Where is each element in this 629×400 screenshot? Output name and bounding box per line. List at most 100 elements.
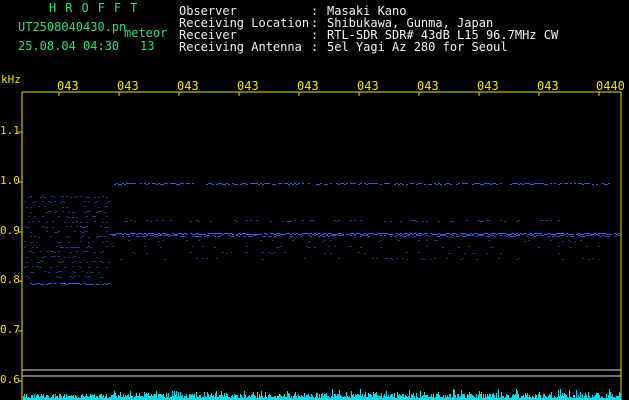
echo-dot xyxy=(590,235,592,236)
echo-dot xyxy=(58,216,60,217)
echo-dot xyxy=(262,259,264,260)
echo-dot xyxy=(526,183,528,184)
echo-dot xyxy=(518,234,520,235)
spectrum-bar xyxy=(617,396,618,400)
echo-dot xyxy=(304,258,306,259)
echo-dot xyxy=(534,236,536,237)
echo-dot xyxy=(620,234,622,235)
spectrum-bar xyxy=(445,395,446,400)
echo-dot xyxy=(36,266,38,267)
echo-dot xyxy=(30,196,32,197)
echo-dot xyxy=(424,184,426,185)
echo-dot xyxy=(62,261,64,262)
echo-dot xyxy=(210,233,212,234)
echo-dot xyxy=(468,235,470,236)
spectrum-bar xyxy=(82,394,83,400)
echo-dot xyxy=(434,183,436,184)
spectrum-bar xyxy=(485,394,486,400)
echo-dot xyxy=(280,246,282,247)
echo-dot xyxy=(458,247,460,248)
echo-dot xyxy=(200,234,202,235)
spectrum-bar xyxy=(517,391,518,400)
meteor-count: 13 xyxy=(140,39,155,53)
echo-dot xyxy=(92,216,94,217)
spectrum-bar xyxy=(411,394,412,400)
echo-dot xyxy=(438,236,440,237)
echo-dot xyxy=(126,234,128,235)
spectrum-bar xyxy=(516,389,517,400)
echo-dot xyxy=(56,272,58,273)
echo-dot xyxy=(148,183,150,184)
echo-dot xyxy=(426,233,428,234)
spectrum-bar xyxy=(244,391,245,400)
echo-dot xyxy=(460,233,462,234)
x-tick-label: 043 xyxy=(57,79,79,93)
echo-dot xyxy=(464,183,466,184)
echo-dot xyxy=(560,235,562,236)
spectrum-bar xyxy=(472,395,473,400)
echo-dot xyxy=(88,197,90,198)
spectrum-bar xyxy=(24,394,25,400)
echo-dot xyxy=(442,247,444,248)
echo-dot xyxy=(140,233,142,234)
echo-dot xyxy=(36,262,38,263)
spectrum-bar xyxy=(151,394,152,400)
echo-dot xyxy=(64,267,66,268)
spectrum-bar xyxy=(216,391,217,400)
echo-dot xyxy=(100,236,102,237)
echo-dot xyxy=(420,233,422,234)
echo-dot xyxy=(232,236,234,237)
spectrum-bar xyxy=(423,395,424,400)
echo-dot xyxy=(248,236,250,237)
echo-dot xyxy=(224,184,226,185)
spectrum-bar xyxy=(181,396,182,400)
echo-dot xyxy=(592,258,594,259)
echo-dot xyxy=(30,207,32,208)
spectrum-bar xyxy=(284,394,285,400)
spectrum-bar xyxy=(100,394,101,400)
echo-dot xyxy=(440,235,442,236)
echo-dot xyxy=(112,246,114,247)
spectrum-bar xyxy=(248,396,249,400)
echo-dot xyxy=(522,184,524,185)
spectrum-bar xyxy=(559,396,560,400)
echo-dot xyxy=(92,261,94,262)
echo-dot xyxy=(504,221,506,222)
echo-dot xyxy=(134,183,136,184)
echo-dot xyxy=(254,234,256,235)
echo-dot xyxy=(392,259,394,260)
echo-dot xyxy=(582,258,584,259)
echo-dot xyxy=(78,266,80,267)
echo-dot xyxy=(114,235,116,236)
spectrum-bar xyxy=(174,391,175,400)
echo-dot xyxy=(302,220,304,221)
echo-dot xyxy=(550,220,552,221)
spectrum-bar xyxy=(377,395,378,400)
echo-dot xyxy=(94,216,96,217)
echo-dot xyxy=(266,183,268,184)
echo-dot xyxy=(508,234,510,235)
echo-dot xyxy=(30,242,32,243)
echo-dot xyxy=(564,234,566,235)
echo-dot xyxy=(46,231,48,232)
spectrum-bar xyxy=(91,395,92,400)
spectrum-bar xyxy=(162,395,163,400)
echo-dot xyxy=(68,217,70,218)
echo-dot xyxy=(466,235,468,236)
echo-dot xyxy=(30,283,32,284)
echo-dot xyxy=(132,183,134,184)
detection-tag: meteor xyxy=(124,26,168,40)
spectrum-bar xyxy=(160,394,161,400)
x-tick-label: 043 xyxy=(177,79,199,93)
echo-dot xyxy=(512,233,514,234)
echo-dot xyxy=(86,262,88,263)
echo-dot xyxy=(80,267,82,268)
spectrum-bar xyxy=(115,393,116,400)
echo-dot xyxy=(322,241,324,242)
echo-dot xyxy=(382,233,384,234)
echo-dot xyxy=(462,233,464,234)
y-tick-marks xyxy=(18,131,22,382)
echo-dot xyxy=(496,234,498,235)
spectrum-bar xyxy=(89,396,90,400)
echo-dot xyxy=(68,237,70,238)
